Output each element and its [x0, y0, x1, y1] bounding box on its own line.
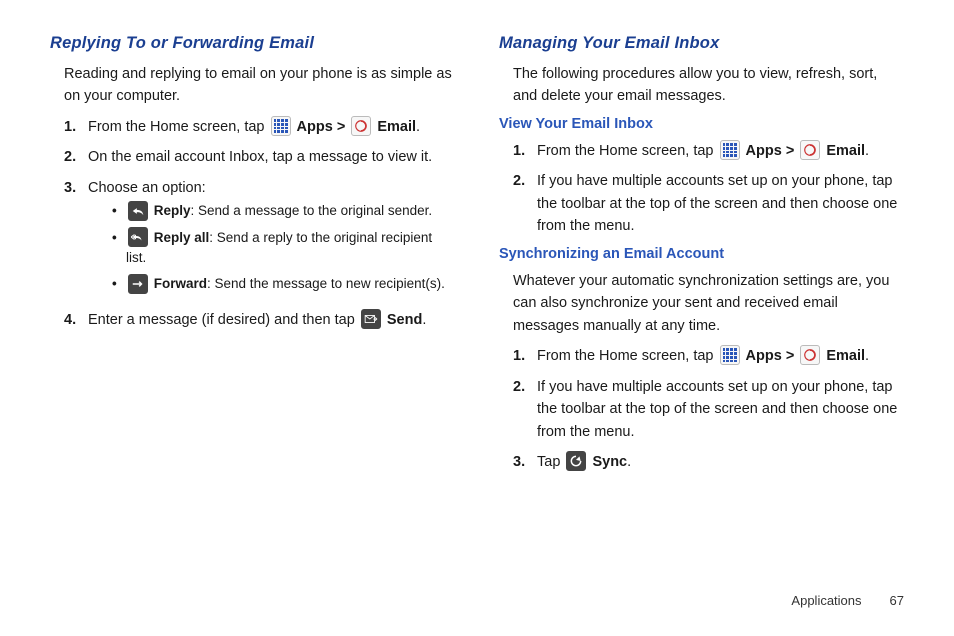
step-1: 1. From the Home screen, tap Apps > Emai…	[64, 116, 455, 138]
view-step-1: 1. From the Home screen, tap Apps > Emai…	[513, 140, 904, 162]
sync-heading: Synchronizing an Email Account	[499, 246, 904, 262]
sync-step-3: 3. Tap Sync.	[513, 451, 904, 473]
forward-desc: : Send the message to new recipient(s).	[207, 276, 445, 291]
replyall-label: Reply all	[154, 230, 210, 245]
reply-icon	[128, 201, 148, 221]
bullet-replyall: Reply all: Send a reply to the original …	[112, 228, 455, 269]
step-1-pre: From the Home screen, tap	[88, 119, 269, 135]
email-icon	[351, 116, 371, 136]
forward-icon	[128, 274, 148, 294]
sync-intro: Whatever your automatic synchronization …	[513, 270, 904, 337]
step-4-pre: Enter a message (if desired) and then ta…	[88, 312, 359, 328]
sync-icon	[566, 451, 586, 471]
view-inbox-heading: View Your Email Inbox	[499, 116, 904, 132]
email-label: Email	[377, 119, 416, 135]
footer-page-number: 67	[890, 593, 904, 608]
replying-heading: Replying To or Forwarding Email	[50, 34, 455, 53]
sync-step-2: 2. If you have multiple accounts set up …	[513, 376, 904, 443]
apps-icon	[720, 345, 740, 365]
managing-heading: Managing Your Email Inbox	[499, 34, 904, 53]
step-2: 2. On the email account Inbox, tap a mes…	[64, 146, 455, 168]
sync-label: Sync	[592, 454, 627, 470]
footer-section: Applications	[791, 593, 861, 608]
reply-desc: : Send a message to the original sender.	[191, 203, 433, 218]
step-4: 4. Enter a message (if desired) and then…	[64, 309, 455, 331]
forward-label: Forward	[154, 276, 207, 291]
apps-label: Apps >	[746, 348, 795, 364]
step-3: 3. Choose an option: Reply: Send a messa…	[64, 177, 455, 301]
apps-label: Apps >	[297, 119, 346, 135]
apps-label: Apps >	[746, 143, 795, 159]
send-icon	[361, 309, 381, 329]
email-icon	[800, 345, 820, 365]
send-label: Send	[387, 312, 422, 328]
email-label: Email	[826, 143, 865, 159]
apps-icon	[720, 140, 740, 160]
right-column: Managing Your Email Inbox The following …	[499, 34, 904, 482]
email-label: Email	[826, 348, 865, 364]
page-footer: Applications 67	[791, 593, 904, 608]
view-step-2: 2. If you have multiple accounts set up …	[513, 170, 904, 237]
replying-intro: Reading and replying to email on your ph…	[64, 63, 455, 108]
email-icon	[800, 140, 820, 160]
sync-step-1: 1. From the Home screen, tap Apps > Emai…	[513, 345, 904, 367]
managing-intro: The following procedures allow you to vi…	[513, 63, 904, 108]
left-column: Replying To or Forwarding Email Reading …	[50, 34, 455, 482]
apps-icon	[271, 116, 291, 136]
bullet-forward: Forward: Send the message to new recipie…	[112, 274, 455, 294]
reply-label: Reply	[154, 203, 191, 218]
reply-all-icon	[128, 227, 148, 247]
bullet-reply: Reply: Send a message to the original se…	[112, 201, 455, 221]
